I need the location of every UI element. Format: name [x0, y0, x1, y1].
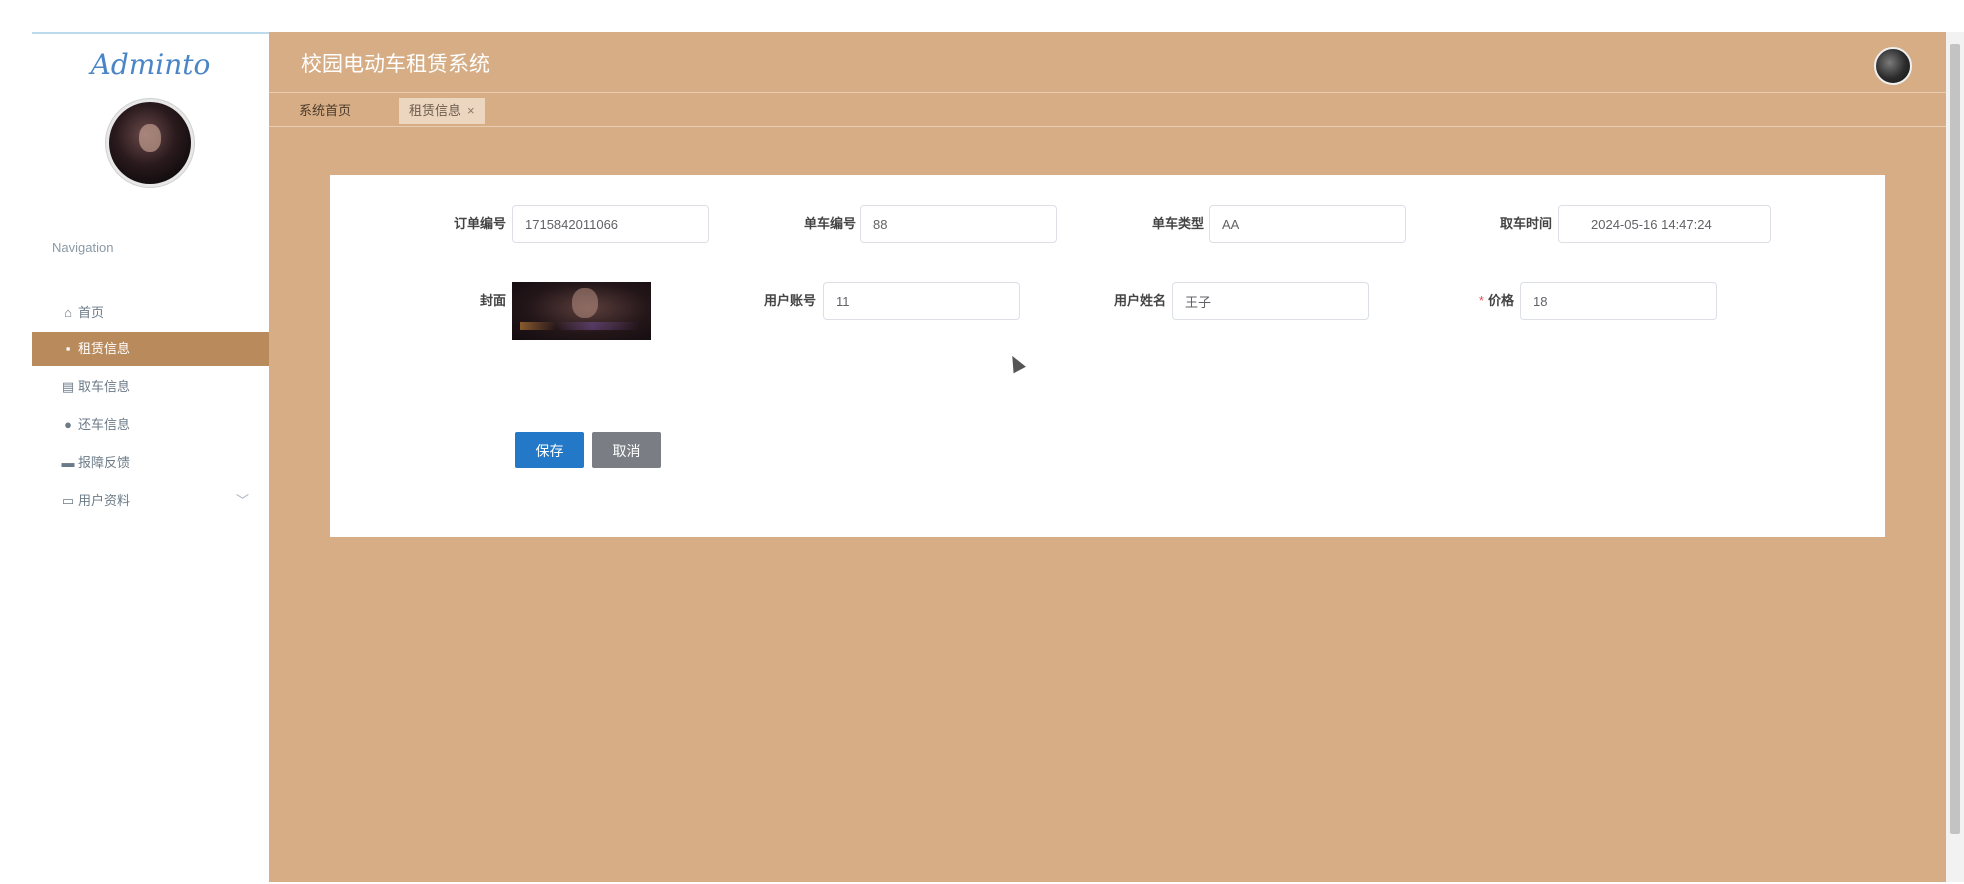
tab-system-home[interactable]: 系统首页 [289, 98, 361, 124]
tab-rental-info[interactable]: 租赁信息 × [399, 98, 485, 124]
app-logo[interactable]: Adminto [32, 48, 269, 81]
monitor-icon: ▬ [61, 455, 75, 470]
sidebar: Adminto Navigation ⌂ 首页 ▪ 租赁信息 ▤ 取车信息 ● … [32, 32, 269, 884]
price-label-text: 价格 [1487, 293, 1514, 308]
sidebar-item-return-info[interactable]: ● 还车信息 [32, 408, 269, 442]
bike-no-label: 单车编号 [803, 216, 856, 231]
user-name-input[interactable] [1172, 282, 1369, 320]
price-label: * 价格 [1398, 282, 1514, 320]
folder-icon: ▭ [61, 493, 75, 508]
user-name-label: 用户姓名 [1113, 293, 1166, 308]
sidebar-item-label: 还车信息 [78, 417, 131, 432]
sidebar-item-label: 取车信息 [78, 379, 131, 394]
pickup-time-input[interactable] [1558, 205, 1771, 243]
document-icon: ▤ [61, 379, 75, 394]
chevron-down-icon: ﹀ [235, 493, 249, 508]
top-header: 校园电动车租赁系统 [269, 32, 1946, 93]
main-content: 校园电动车租赁系统 系统首页 租赁信息 × 订单编号 单车编号 单车类型 取车时间… [269, 32, 1946, 882]
home-icon: ⌂ [64, 305, 72, 320]
tab-label: 系统首页 [299, 103, 352, 118]
user-account-label: 用户账号 [763, 293, 816, 308]
sidebar-item-label: 首页 [78, 305, 105, 320]
tab-bar: 系统首页 租赁信息 × [269, 92, 1946, 127]
page-title: 校园电动车租赁系统 [301, 53, 490, 76]
bike-type-input[interactable] [1209, 205, 1406, 243]
user-avatar[interactable] [1874, 47, 1912, 85]
sidebar-item-user-profile[interactable]: ▭ 用户资料 ﹀ [32, 484, 269, 518]
bike-type-label: 单车类型 [1151, 216, 1204, 231]
sidebar-item-label: 用户资料 [78, 493, 131, 508]
pickup-time-label: 取车时间 [1499, 216, 1552, 231]
order-no-label: 订单编号 [453, 216, 506, 231]
sidebar-item-pickup-info[interactable]: ▤ 取车信息 [32, 370, 269, 404]
required-mark: * [1478, 293, 1484, 308]
bike-no-input[interactable] [860, 205, 1057, 243]
sidebar-item-label: 租赁信息 [78, 341, 131, 356]
scrollbar-thumb[interactable] [1950, 44, 1960, 834]
save-button[interactable]: 保存 [515, 432, 584, 468]
order-no-input[interactable] [512, 205, 709, 243]
briefcase-icon: ▪ [65, 341, 71, 356]
rental-form-card: 订单编号 单车编号 单车类型 取车时间 封面 用户账号 用户姓名 *价格 保存 … [330, 175, 1885, 537]
page-scrollbar[interactable] [1946, 32, 1964, 882]
top-strip [0, 0, 1964, 32]
tab-label: 租赁信息 [409, 103, 462, 118]
cover-image[interactable] [512, 282, 651, 340]
sidebar-item-rental-info[interactable]: ▪ 租赁信息 [32, 332, 269, 366]
sidebar-item-label: 报障反馈 [78, 455, 131, 470]
nav-section-title: Navigation [52, 240, 114, 255]
sidebar-avatar[interactable] [109, 102, 191, 184]
pickup-time-picker[interactable] [1558, 205, 1771, 243]
user-account-input[interactable] [823, 282, 1020, 320]
sidebar-item-home[interactable]: ⌂ 首页 [32, 296, 269, 330]
cancel-button[interactable]: 取消 [592, 432, 661, 468]
cover-label: 封面 [479, 293, 506, 308]
price-input[interactable] [1520, 282, 1717, 320]
location-pin-icon: ● [64, 417, 72, 432]
close-icon[interactable]: × [467, 103, 475, 118]
sidebar-item-fault-report[interactable]: ▬ 报障反馈 [32, 446, 269, 480]
